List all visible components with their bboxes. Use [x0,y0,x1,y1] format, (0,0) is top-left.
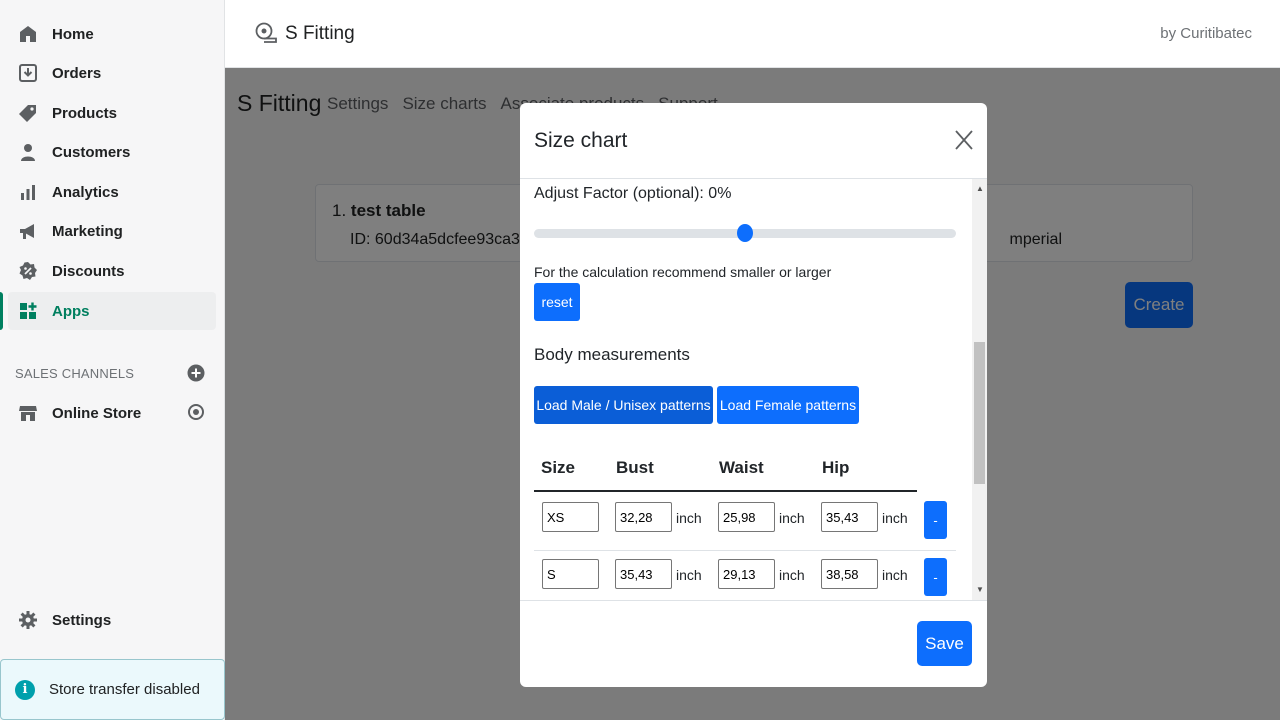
size-chart-modal: Size chart Adjust Factor (optional): 0% … [520,103,987,687]
sidebar-item-label: Discounts [52,262,125,280]
sidebar-item-label: Online Store [52,404,142,422]
info-icon: i [15,679,35,700]
sidebar-item-home[interactable]: Home [8,15,216,53]
column-header-waist: Waist [719,458,764,477]
app-title: S Fitting [285,23,355,44]
bar-chart-icon [18,182,38,202]
sidebar-item-label: Home [52,25,94,43]
sidebar-item-label: Settings [52,611,112,629]
modal-body: Adjust Factor (optional): 0% For the cal… [520,179,987,601]
sidebar: Home Orders Products Customers Analytics… [0,0,225,720]
unit-label: inch [779,510,805,526]
sidebar-item-discounts[interactable]: Discounts [8,252,216,290]
active-indicator [0,292,3,330]
adjust-factor-label: Adjust Factor (optional): 0% [534,185,732,202]
sidebar-item-label: Analytics [52,183,119,201]
sidebar-item-customers[interactable]: Customers [8,133,216,171]
body-measurements-heading: Body measurements [534,345,690,364]
unit-label: inch [779,567,805,583]
apps-icon [18,301,38,321]
sidebar-item-analytics[interactable]: Analytics [8,173,216,211]
unit-label: inch [882,567,908,583]
bust-input[interactable] [615,502,672,532]
sidebar-item-apps[interactable]: Apps [8,292,216,330]
gear-icon [18,610,38,630]
sidebar-item-label: Apps [52,302,90,320]
orders-icon [18,63,38,83]
modal-scrollbar[interactable]: ▲ ▼ [972,179,987,600]
sidebar-item-settings[interactable]: Settings [8,601,216,639]
scroll-down-icon[interactable]: ▼ [976,585,984,594]
megaphone-icon [18,221,38,241]
sidebar-item-label: Customers [52,143,131,161]
calculation-hint: For the calculation recommend smaller or… [534,264,832,280]
load-female-patterns-button[interactable]: Load Female patterns [717,386,859,424]
waist-input[interactable] [718,559,775,589]
unit-label: inch [676,567,702,583]
remove-row-button[interactable]: - [924,501,947,539]
scroll-thumb[interactable] [974,342,985,484]
sales-channels-heading: SALES CHANNELS [15,366,135,381]
close-icon[interactable] [955,129,973,151]
waist-input[interactable] [718,502,775,532]
modal-header: Size chart [520,103,987,179]
store-transfer-text: Store transfer disabled [49,681,200,698]
store-icon [18,403,38,423]
sidebar-item-orders[interactable]: Orders [8,54,216,92]
hip-input[interactable] [821,502,878,532]
app-topbar: S Fitting by Curitibatec [225,0,1280,68]
size-input[interactable] [542,559,599,589]
save-button[interactable]: Save [917,621,972,666]
developer-credit: by Curitibatec [1160,25,1252,42]
slider-thumb[interactable] [737,224,753,242]
size-input[interactable] [542,502,599,532]
sidebar-item-label: Orders [52,64,102,82]
tag-icon [18,103,38,123]
sidebar-item-online-store[interactable]: Online Store [8,394,216,432]
view-store-icon[interactable] [187,403,205,421]
sidebar-item-marketing[interactable]: Marketing [8,212,216,250]
column-header-bust: Bust [616,458,654,477]
unit-label: inch [882,510,908,526]
column-header-size: Size [541,458,576,477]
row-divider [534,550,956,551]
modal-title: Size chart [534,129,628,152]
unit-label: inch [676,510,702,526]
discount-icon [18,261,38,281]
remove-row-button[interactable]: - [924,558,947,596]
bust-input[interactable] [615,559,672,589]
hip-input[interactable] [821,559,878,589]
reset-button[interactable]: reset [534,283,580,321]
store-transfer-banner: i Store transfer disabled [0,659,225,720]
add-channel-icon[interactable] [187,364,205,382]
person-icon [18,142,38,162]
load-male-patterns-button[interactable]: Load Male / Unisex patterns [534,386,713,424]
sidebar-item-label: Products [52,104,118,122]
modal-footer: Save [520,601,987,687]
tape-measure-icon [255,22,277,43]
scroll-up-icon[interactable]: ▲ [976,184,984,193]
column-header-hip: Hip [822,458,850,477]
home-icon [18,24,38,44]
sidebar-item-label: Marketing [52,222,123,240]
table-header-divider [534,490,917,492]
sidebar-item-products[interactable]: Products [8,94,216,132]
